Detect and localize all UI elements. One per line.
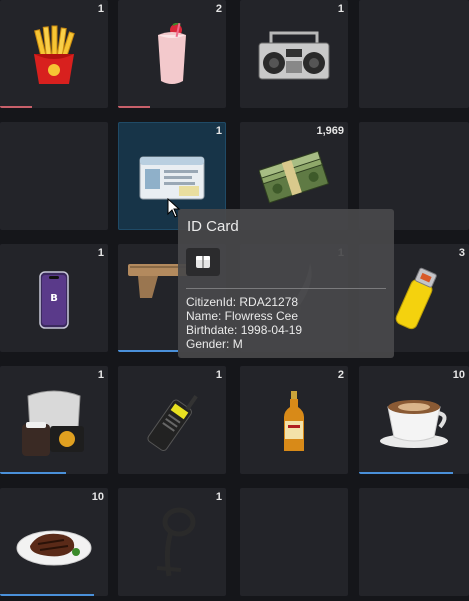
slot-boombox[interactable]: 1 [240, 0, 348, 108]
lighter-icon [395, 267, 437, 330]
slot-coffee[interactable]: 10 [359, 366, 469, 474]
item-count: 10 [452, 369, 465, 381]
durability-bar [359, 472, 453, 474]
whiskey-bottle-icon [284, 391, 304, 452]
tooltip-gender: Gender: M [186, 337, 243, 351]
package-icon [196, 256, 210, 268]
slot-fries[interactable]: 1 [0, 0, 108, 108]
durability-bar [0, 594, 94, 596]
slot-takeout[interactable]: 1 [0, 366, 108, 474]
item-count: 2 [215, 3, 222, 15]
slot-empty[interactable] [359, 488, 469, 596]
slot-walkie-talkie[interactable]: 1 [118, 366, 226, 474]
zip-tie-icon [156, 507, 196, 577]
mouse-cursor-icon [167, 198, 181, 218]
durability-bar [0, 106, 32, 108]
slot-empty[interactable] [240, 488, 348, 596]
item-count: 1,969 [316, 125, 344, 137]
walkie-talkie-icon [147, 395, 198, 452]
tooltip-title: ID Card [187, 218, 239, 235]
french-fries-icon [34, 25, 75, 85]
slot-phone[interactable]: 1 B [0, 244, 108, 352]
tooltip-details: CitizenId: RDA21278 Name: Flowress Cee B… [186, 295, 302, 351]
strawberry-milkshake-icon [158, 23, 186, 85]
durability-bar [118, 106, 150, 108]
tooltip-birthdate: Birthdate: 1998-04-19 [186, 323, 303, 337]
item-count: 3 [458, 247, 465, 259]
item-count: 1 [97, 247, 104, 259]
slot-milkshake[interactable]: 2 [118, 0, 226, 108]
slot-zip-tie[interactable]: 1 [118, 488, 226, 596]
tooltip-divider [186, 288, 386, 289]
coffee-cup-icon [380, 400, 448, 449]
smartphone-icon: B [39, 271, 69, 329]
slot-steak[interactable]: 10 [0, 488, 108, 596]
slot-whiskey[interactable]: 2 [240, 366, 348, 474]
id-card-icon [139, 156, 205, 200]
tooltip-icon-box [186, 248, 220, 276]
slot-empty[interactable] [359, 0, 469, 108]
durability-bar [0, 472, 66, 474]
item-count: 1 [215, 369, 222, 381]
item-count: 1 [215, 125, 222, 137]
item-count: 1 [337, 3, 344, 15]
item-count: 1 [97, 369, 104, 381]
item-count: 1 [97, 3, 104, 15]
cash-stack-icon [259, 150, 329, 204]
tooltip-name: Name: Flowress Cee [186, 309, 299, 323]
item-count: 10 [91, 491, 104, 503]
item-count: 1 [215, 491, 222, 503]
item-tooltip: ID Card CitizenId: RDA21278 Name: Flowre… [178, 209, 394, 358]
item-count: 2 [337, 369, 344, 381]
slot-empty[interactable] [0, 122, 108, 230]
steak-plate-icon [16, 530, 92, 566]
durability-bar [118, 350, 178, 352]
tooltip-citizen-id: CitizenId: RDA21278 [186, 295, 299, 309]
svg-text:B: B [50, 293, 58, 304]
boombox-radio-icon [258, 31, 330, 80]
takeout-bag-icon [22, 390, 84, 457]
